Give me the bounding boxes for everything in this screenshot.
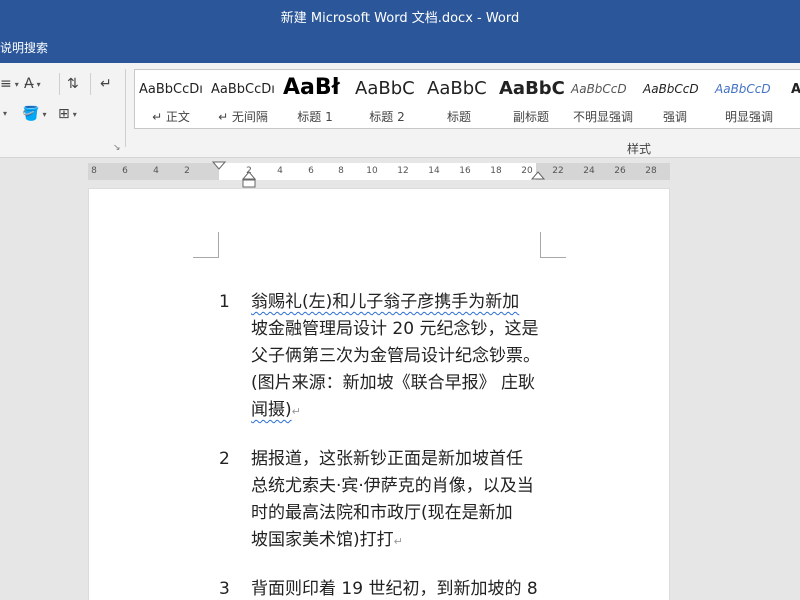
style-heading-1[interactable]: AaBł 标题 1 — [279, 70, 351, 128]
indent-partial[interactable]: ▾ — [0, 109, 7, 118]
text-line: 闻摄) — [251, 400, 292, 420]
menu-bar: 说明搜索 — [0, 30, 800, 63]
style-emphasis[interactable]: AaBbCcD 强调 — [639, 70, 711, 128]
ruler-tick: 18 — [490, 166, 502, 176]
text-line-wrap: 坡国家美术馆)打打↵ — [251, 527, 551, 555]
hanging-indent-marker[interactable] — [242, 171, 256, 189]
text-line: (图片来源：新加坡《联合早报》 庄耿 — [251, 373, 536, 393]
ruler-tick: 22 — [552, 166, 564, 176]
style-strong-partial[interactable]: A — [787, 70, 800, 128]
style-title[interactable]: AaBbC 标题 — [423, 70, 495, 128]
ruler-tick: 8 — [338, 166, 344, 176]
paragraph-text: 据报道，这张新钞正面是新加坡首任 总统尤索夫·宾·伊萨克的肖像，以及当 时的最高… — [251, 446, 551, 555]
horizontal-ruler[interactable]: 8 6 4 2 2 4 6 8 10 12 14 16 18 20 22 24 … — [88, 161, 670, 188]
list-item[interactable]: 2 据报道，这张新钞正面是新加坡首任 总统尤索夫·宾·伊萨克的肖像，以及当 时的… — [219, 446, 549, 556]
borders-button[interactable]: ⊞ ▾ — [58, 107, 77, 121]
ruler-tick: 8 — [91, 166, 97, 176]
right-indent-marker[interactable] — [531, 171, 545, 181]
text-line: 翁赐礼(左)和儿子翁子彦携手为新加 — [251, 292, 520, 312]
style-normal[interactable]: AaBbCcDı ↵ 正文 — [135, 70, 207, 128]
list-item[interactable]: 3 背面则印着 19 世纪初，到新加坡的 8 — [219, 576, 549, 600]
border-icon: ⊞ — [58, 106, 70, 122]
sort-az-icon: ⇅ — [67, 76, 79, 92]
ruler-tick: 4 — [153, 166, 159, 176]
style-intense-emphasis[interactable]: AaBbCcD 明显强调 — [711, 70, 787, 128]
tell-me-search[interactable]: 说明搜索 — [0, 39, 48, 56]
list-item[interactable]: 1 翁赐礼(左)和儿子翁子彦携手为新加 坡金融管理局设计 20 元纪念钞，这是 … — [219, 289, 549, 429]
ruler-tick: 6 — [308, 166, 314, 176]
styles-gallery: AaBbCcDı ↵ 正文 AaBbCcDı ↵ 无间隔 AaBł 标题 1 A… — [134, 69, 800, 129]
chevron-down-icon: ▾ — [36, 79, 41, 89]
paragraph-dialog-launcher[interactable]: ↘ — [113, 143, 121, 153]
ruler-tick: 2 — [184, 166, 190, 176]
sort-icon-partial[interactable]: ≡ ▾ — [0, 77, 19, 91]
ruler-tick: 10 — [366, 166, 378, 176]
ruler-tick: 28 — [645, 166, 657, 176]
style-heading-2[interactable]: AaBbC 标题 2 — [351, 70, 423, 128]
paint-bucket-icon: 🪣 — [22, 106, 40, 122]
shading-button[interactable]: 🪣 ▾ — [22, 107, 46, 121]
paragraph-mark-icon: ↵ — [393, 535, 403, 548]
window-title: 新建 Microsoft Word 文档.docx - Word — [280, 11, 520, 26]
style-subtle-emphasis[interactable]: AaBbCcD 不明显强调 — [567, 70, 639, 128]
text-line-wrap: 闻摄)↵ — [251, 397, 551, 425]
text-line: 据报道，这张新钞正面是新加坡首任 — [251, 449, 523, 469]
list-number: 1 — [219, 292, 230, 312]
group-divider — [125, 69, 126, 147]
ribbon: ≡ ▾ A̶ ▾ ⇅ ↵ ▾ 🪣 ▾ ⊞ ▾ ↘ AaBbCcDı ↵ 正文 AaBbC… — [0, 63, 800, 158]
first-line-indent-marker[interactable] — [212, 161, 226, 170]
ruler-tick: 12 — [397, 166, 409, 176]
paragraph-mark-icon: ↵ — [100, 76, 112, 92]
font-shrink-icon: A̶ — [24, 76, 34, 92]
text-line: 背面则印着 19 世纪初，到新加坡的 8 — [251, 579, 538, 599]
separator — [90, 73, 91, 95]
style-subtitle[interactable]: AaBbC 副标题 — [495, 70, 567, 128]
list-number: 3 — [219, 579, 230, 599]
style-no-spacing[interactable]: AaBbCcDı ↵ 无间隔 — [207, 70, 279, 128]
margin-corner-mark — [540, 232, 566, 258]
margin-corner-mark — [193, 232, 219, 258]
title-bar: 新建 Microsoft Word 文档.docx - Word — [0, 0, 800, 30]
ruler-tick: 6 — [122, 166, 128, 176]
text-line: 总统尤索夫·宾·伊萨克的肖像，以及当 — [251, 476, 534, 496]
separator — [59, 73, 60, 95]
list-number: 2 — [219, 449, 230, 469]
text-line: 坡金融管理局设计 20 元纪念钞，这是 — [251, 319, 539, 339]
text-line: 时的最高法院和市政厅(现在是新加 — [251, 503, 513, 523]
ruler-tick: 24 — [583, 166, 595, 176]
paragraph-mark-icon: ↵ — [291, 405, 301, 418]
show-marks-button[interactable]: ↵ — [100, 77, 112, 91]
ruler-tick: 16 — [459, 166, 471, 176]
styles-group-label: 样式 — [627, 142, 652, 156]
paragraph-text: 背面则印着 19 世纪初，到新加坡的 8 — [251, 576, 551, 600]
text-line: 父子俩第三次为金管局设计纪念钞票。 — [251, 346, 540, 366]
chevron-down-icon: ▾ — [72, 109, 77, 119]
text-line: 坡国家美术馆)打打 — [251, 530, 394, 550]
ruler-tick: 4 — [277, 166, 283, 176]
ruler-tick: 26 — [614, 166, 626, 176]
sort-button[interactable]: ⇅ — [67, 77, 79, 91]
paragraph-text: 翁赐礼(左)和儿子翁子彦携手为新加 坡金融管理局设计 20 元纪念钞，这是 父子… — [251, 289, 551, 425]
shrink-font-button[interactable]: A̶ ▾ — [24, 77, 41, 91]
ruler-tick: 14 — [428, 166, 440, 176]
document-page[interactable]: 1 翁赐礼(左)和儿子翁子彦携手为新加 坡金融管理局设计 20 元纪念钞，这是 … — [88, 188, 670, 600]
chevron-down-icon: ▾ — [42, 109, 47, 119]
